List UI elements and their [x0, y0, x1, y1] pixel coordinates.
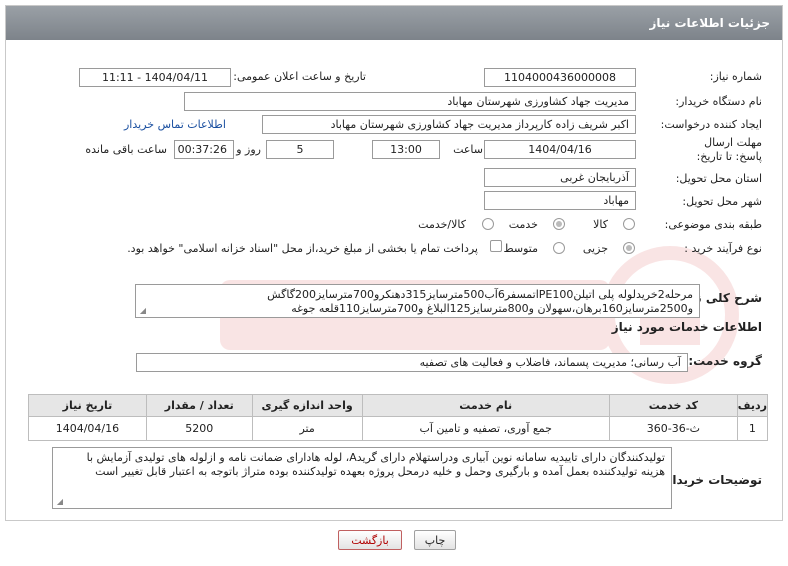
category-option-goods: کالا [593, 218, 608, 231]
back-button[interactable]: بازگشت [338, 530, 402, 550]
announce-datetime-field: 1404/04/11 - 11:11 [79, 68, 231, 87]
buyer-notes-textarea[interactable]: تولیدکنندگان دارای تاییدیه سامانه نوین آ… [52, 447, 672, 509]
category-radio-goods[interactable] [623, 218, 635, 230]
treasury-payment-note: پرداخت تمام یا بخشی از مبلغ خرید،از محل … [127, 242, 478, 255]
table-row: 1 ث-36-360 جمع آوری، تصفیه و تامین آب مت… [28, 416, 769, 441]
cell-quantity: 5200 [145, 416, 253, 441]
time-remaining-field: 00:37:26 [174, 140, 234, 159]
print-button[interactable]: چاپ [414, 530, 456, 550]
col-header-need-date: تاریخ نیاز [28, 394, 147, 417]
col-header-service-code: کد خدمت [608, 394, 738, 417]
creator-label: ایجاد کننده درخواست: [660, 118, 762, 131]
days-label: روز و [236, 143, 261, 156]
province-label: استان محل تحویل: [675, 172, 762, 185]
deadline-time-field: 13:00 [372, 140, 440, 159]
col-header-service-name: نام خدمت [361, 394, 610, 417]
cell-service-code: ث-36-360 [608, 416, 738, 441]
deadline-label: مهلت ارسال پاسخ: تا تاریخ: [696, 136, 762, 163]
services-table: ردیف کد خدمت نام خدمت واحد اندازه گیری ت… [28, 394, 769, 441]
days-remaining-field: 5 [266, 140, 334, 159]
buyer-org-field: مدیریت جهاد کشاورزی شهرستان مهاباد [184, 92, 636, 111]
province-field: آذربایجان غربی [484, 168, 636, 187]
category-radio-service[interactable] [553, 218, 565, 230]
process-option-partial: جزیی [582, 242, 608, 255]
table-header-row: ردیف کد خدمت نام خدمت واحد اندازه گیری ت… [28, 394, 769, 417]
process-radio-partial[interactable] [623, 242, 635, 254]
need-number-field: 1104000436000008 [484, 68, 636, 87]
creator-field: اکبر شریف زاده کارپرداز مدیریت جهاد کشاو… [262, 115, 636, 134]
cell-need-date: 1404/04/16 [28, 416, 147, 441]
deadline-time-label: ساعت [453, 143, 483, 156]
city-field: مهاباد [484, 191, 636, 210]
city-label: شهر محل تحویل: [682, 195, 762, 208]
category-radio-goods-service[interactable] [482, 218, 494, 230]
description-textarea[interactable]: مرحله2خریدلوله پلی اتیلنPE100اتمسفر6آب50… [135, 284, 700, 318]
service-group-field: آب رسانی؛ مدیریت پسماند، فاضلاب و فعالیت… [136, 353, 688, 372]
description-text: مرحله2خریدلوله پلی اتیلنPE100اتمسفر6آب50… [267, 288, 693, 315]
process-radio-medium[interactable] [553, 242, 565, 254]
buyer-contact-link[interactable]: اطلاعات تماس خریدار [124, 118, 226, 131]
col-header-unit: واحد اندازه گیری [251, 394, 363, 417]
resize-handle-icon[interactable]: ◢ [138, 307, 146, 315]
buyer-notes-label: توضیحات خریدار: [660, 473, 762, 487]
cell-service-name: جمع آوری، تصفیه و تامین آب [361, 416, 610, 441]
col-header-row-number: ردیف [736, 394, 769, 417]
announce-datetime-label: تاریخ و ساعت اعلان عمومی: [233, 70, 366, 83]
cell-unit: متر [251, 416, 363, 441]
resize-handle-icon[interactable]: ◢ [55, 498, 63, 506]
panel-title: جزئیات اطلاعات نیاز [6, 6, 782, 40]
service-group-label: گروه خدمت: [688, 354, 762, 368]
cell-row-number: 1 [736, 416, 769, 441]
time-remaining-label: ساعت باقی مانده [85, 143, 167, 156]
treasury-payment-checkbox[interactable] [490, 240, 502, 252]
category-option-service: خدمت [508, 218, 538, 231]
process-option-medium: متوسط [503, 242, 538, 255]
category-option-goods-service: کالا/خدمت [418, 218, 466, 231]
category-label: طبقه بندی موضوعی: [664, 218, 762, 231]
need-number-label: شماره نیاز: [709, 70, 762, 83]
services-section-title: اطلاعات خدمات مورد نیاز [611, 320, 762, 334]
process-label: نوع فرآیند خرید : [684, 242, 762, 255]
buyer-org-label: نام دستگاه خریدار: [675, 95, 762, 108]
deadline-date-field: 1404/04/16 [484, 140, 636, 159]
buyer-notes-text: تولیدکنندگان دارای تاییدیه سامانه نوین آ… [86, 451, 665, 478]
col-header-quantity: تعداد / مقدار [145, 394, 253, 417]
